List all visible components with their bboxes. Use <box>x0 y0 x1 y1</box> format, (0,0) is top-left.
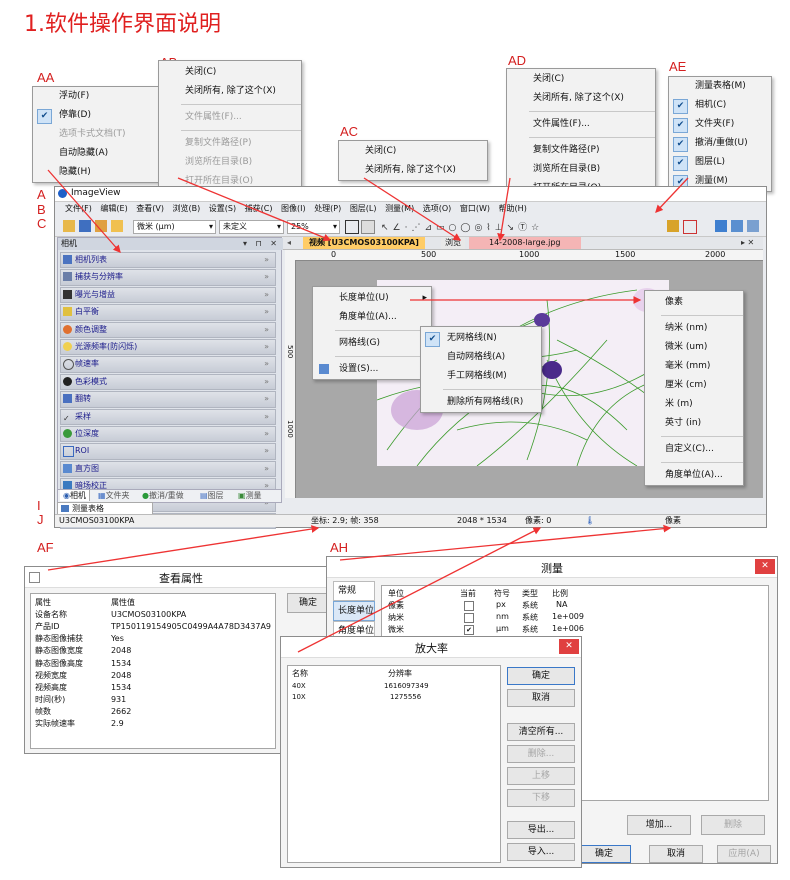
arrow-af <box>47 525 320 571</box>
arrow-ab <box>177 177 332 242</box>
arrow-ae <box>655 177 689 213</box>
arrow-aa <box>47 169 121 253</box>
arrow-ac <box>363 177 462 241</box>
annotation-arrows <box>47 169 689 653</box>
arrow-ag <box>297 527 542 653</box>
arrow-ad <box>497 177 511 242</box>
arrow-ah <box>339 524 672 561</box>
